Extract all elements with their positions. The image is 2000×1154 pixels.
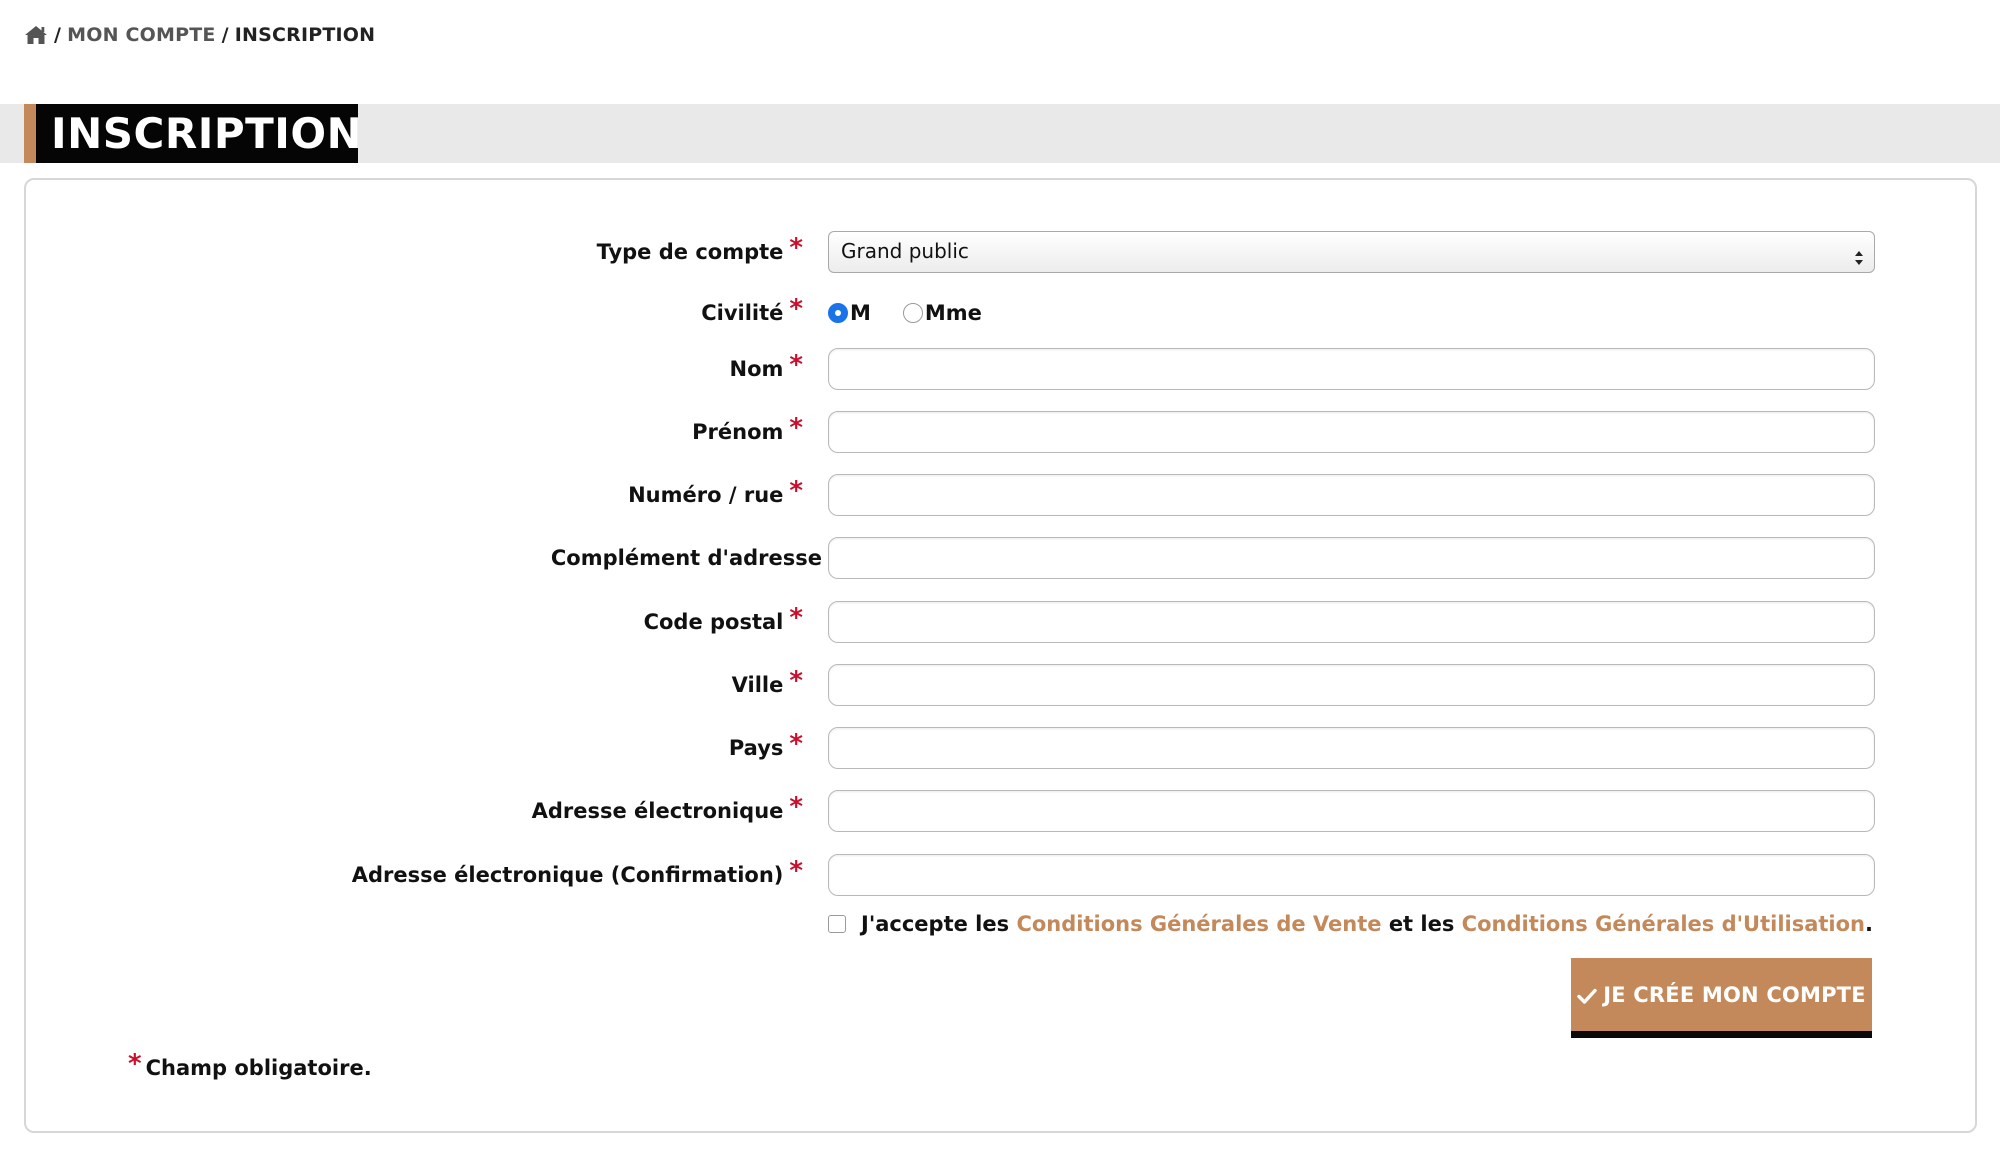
required-asterisk: * xyxy=(789,603,803,633)
select-arrows-icon xyxy=(1854,242,1864,265)
civility-label: Civilité * xyxy=(701,294,803,325)
city-label: Ville * xyxy=(731,666,803,697)
civility-radio-group: M Mme xyxy=(828,292,982,334)
form-row-address-complement: Complément d'adresse xyxy=(26,537,1979,579)
postal-code-input[interactable] xyxy=(828,601,1875,643)
registration-form-panel: Type de compte * Grand public Civilité * M… xyxy=(24,178,1977,1133)
required-asterisk: * xyxy=(789,666,803,696)
street-input[interactable] xyxy=(828,474,1875,516)
country-input[interactable] xyxy=(828,727,1875,769)
create-account-button[interactable]: JE CRÉE MON COMPTE xyxy=(1571,958,1872,1038)
terms-prefix-text: J'accepte les xyxy=(861,912,1010,936)
required-asterisk: * xyxy=(789,350,803,380)
title-accent-bar xyxy=(24,104,36,163)
last-name-input[interactable] xyxy=(828,348,1875,390)
civility-radio-mme[interactable] xyxy=(902,303,923,323)
form-row-civility: Civilité * M Mme xyxy=(26,292,1979,334)
required-asterisk: * xyxy=(789,294,803,324)
page-title: INSCRIPTION xyxy=(36,104,362,163)
breadcrumb-current: INSCRIPTION xyxy=(234,24,376,46)
account-type-selected-value: Grand public xyxy=(841,239,969,263)
first-name-input[interactable] xyxy=(828,411,1875,453)
address-complement-label: Complément d'adresse xyxy=(550,546,822,570)
required-asterisk: * xyxy=(789,792,803,822)
postal-code-label: Code postal * xyxy=(643,603,803,634)
required-asterisk: * xyxy=(789,856,803,886)
required-asterisk: * xyxy=(128,1049,142,1079)
terms-acceptance: J'accepte les Conditions Générales de Ve… xyxy=(828,909,1873,939)
city-input[interactable] xyxy=(828,664,1875,706)
terms-middle-text: et les xyxy=(1388,912,1455,936)
cgv-link[interactable]: Conditions Générales de Vente xyxy=(1016,912,1381,936)
street-label: Numéro / rue * xyxy=(628,476,803,507)
check-icon xyxy=(1577,986,1597,1004)
create-account-button-label: JE CRÉE MON COMPTE xyxy=(1603,982,1866,1007)
breadcrumb: / MON COMPTE / INSCRIPTION xyxy=(24,22,375,48)
required-asterisk: * xyxy=(789,233,803,263)
required-asterisk: * xyxy=(789,413,803,443)
terms-checkbox[interactable] xyxy=(828,915,846,933)
civility-option-m-label[interactable]: M xyxy=(850,301,871,325)
country-label: Pays * xyxy=(728,729,803,760)
address-complement-input[interactable] xyxy=(828,537,1875,579)
required-note-text: Champ obligatoire. xyxy=(145,1056,372,1080)
email-label: Adresse électronique * xyxy=(531,792,803,823)
form-row-postal-code: Code postal * xyxy=(26,601,1979,643)
form-row-last-name: Nom * xyxy=(26,348,1979,390)
form-row-street: Numéro / rue * xyxy=(26,474,1979,516)
form-row-country: Pays * xyxy=(26,727,1979,769)
account-type-select[interactable]: Grand public xyxy=(828,231,1875,273)
required-asterisk: * xyxy=(789,729,803,759)
form-row-first-name: Prénom * xyxy=(26,411,1979,453)
cgu-link[interactable]: Conditions Générales d'Utilisation xyxy=(1462,912,1865,936)
first-name-label: Prénom * xyxy=(692,413,803,444)
civility-radio-m[interactable] xyxy=(828,303,848,323)
last-name-label: Nom * xyxy=(729,350,804,381)
form-row-city: Ville * xyxy=(26,664,1979,706)
email-input[interactable] xyxy=(828,790,1875,832)
breadcrumb-my-account-link[interactable]: MON COMPTE xyxy=(67,24,215,46)
breadcrumb-separator: / xyxy=(54,24,62,46)
breadcrumb-separator: / xyxy=(221,24,229,46)
email-confirmation-label: Adresse électronique (Confirmation) * xyxy=(351,856,803,887)
home-icon[interactable] xyxy=(24,24,48,46)
civility-option-mme-label[interactable]: Mme xyxy=(925,301,982,325)
terms-suffix-text: . xyxy=(1865,912,1873,936)
account-type-label: Type de compte * xyxy=(596,233,803,264)
required-asterisk: * xyxy=(789,476,803,506)
form-row-email: Adresse électronique * xyxy=(26,790,1979,832)
email-confirmation-input[interactable] xyxy=(828,854,1875,896)
form-row-email-confirmation: Adresse électronique (Confirmation) * xyxy=(26,854,1979,896)
required-field-note: * Champ obligatoire. xyxy=(128,1049,372,1082)
form-row-account-type: Type de compte * Grand public xyxy=(26,231,1979,273)
